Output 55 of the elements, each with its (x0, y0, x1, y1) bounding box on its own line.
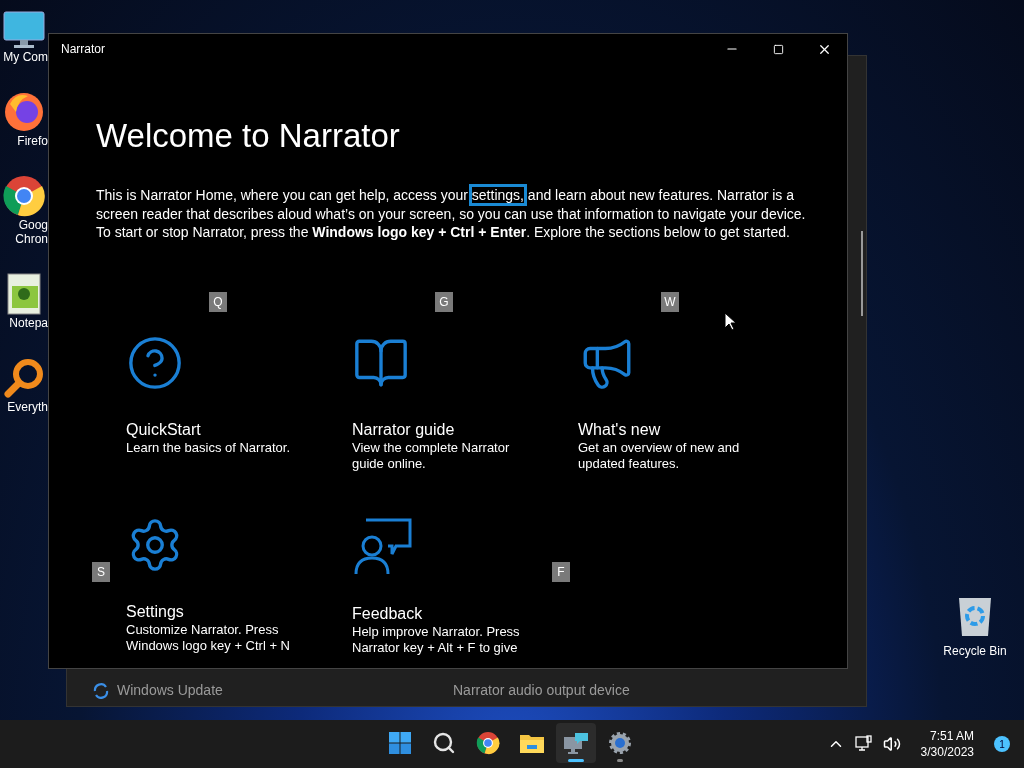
tile-title: Feedback (352, 603, 424, 624)
tile-title: Settings (126, 601, 185, 622)
desktop-icon-label[interactable]: Firefo (17, 134, 48, 148)
speaker-icon[interactable] (882, 735, 901, 753)
windows-logo-icon (388, 731, 412, 755)
chrome-icon (476, 731, 500, 755)
folder-icon (519, 732, 545, 754)
section-tile[interactable]: G Narrator guide View the complete Narrator guide online. (352, 291, 578, 472)
monitor-speech-icon (563, 731, 589, 755)
running-indicator (568, 759, 584, 762)
access-key-tip: F (552, 561, 570, 582)
monitor-icon (2, 10, 46, 50)
tile-title: QuickStart (126, 419, 202, 440)
settings-item-label[interactable]: Narrator audio output device (453, 680, 630, 701)
page-heading: Welcome to Narrator (96, 116, 401, 156)
network-icon[interactable] (854, 735, 873, 753)
notepad-icon (4, 272, 44, 316)
tile-description: View the complete Narrator guide online. (352, 439, 511, 472)
intro-paragraph: This is Narrator Home, where you can get help, access your settings, and learn about new features. Narrator is a screen reader that describes aloud what’s on your screen, so you can use that information to navigate your device. To start or stop Narrator, press the Windows logo key + Ctrl + Enter. Explore the sections below to get started. (96, 186, 806, 242)
notification-badge[interactable]: 1 (994, 736, 1010, 752)
mouse-cursor-icon (724, 312, 736, 331)
window-title: Narrator (60, 41, 105, 58)
running-indicator (617, 759, 623, 762)
chrome-icon (2, 174, 46, 218)
fox-globe-icon (2, 90, 46, 134)
section-tile[interactable]: W What's new Get an overview of new and updated features. (578, 291, 804, 472)
section-tile[interactable]: Q QuickStart Learn the basics of Narrator. (126, 291, 352, 472)
access-key-tip: G (435, 291, 453, 312)
access-key-tip: S (92, 561, 110, 582)
refresh-icon (93, 682, 109, 699)
clock-time[interactable]: 7:51 AM (929, 728, 974, 744)
desktop-icon-label[interactable]: Chron (15, 232, 48, 246)
tile-title: Narrator guide (352, 419, 456, 440)
desktop-icon-label[interactable]: Everyth (7, 400, 48, 414)
desktop-icon-label[interactable]: Goog (18, 218, 48, 232)
access-key-tip: Q (209, 291, 227, 312)
desktop-icon-label[interactable]: My Com (3, 50, 48, 64)
desktop-icon-label[interactable]: Recycle Bin (943, 642, 1007, 660)
tile-description: Customize Narrator. Press Windows logo key + Ctrl + N (126, 621, 291, 654)
settings-item-label[interactable]: Windows Update (117, 680, 223, 701)
search-icon (432, 731, 456, 755)
settings-link[interactable]: settings, (471, 187, 524, 203)
tile-description: Learn the basics of Narrator. (126, 439, 292, 456)
magnifier-icon (2, 356, 46, 400)
gear-icon (608, 731, 632, 755)
access-key-tip: W (661, 291, 679, 312)
recycle-bin-icon (957, 596, 993, 638)
tile-title: What's new (578, 419, 662, 440)
desktop-icon-label[interactable]: Notepa (9, 316, 48, 330)
maximize-icon (772, 43, 784, 55)
section-tile[interactable]: F Feedback Help improve Narrator. Press Narrator key + Alt + F to give (352, 515, 578, 656)
clock-date[interactable]: 3/30/2023 (920, 744, 974, 760)
tile-description: Get an overview of new and updated features. (578, 439, 741, 472)
taskbar-button[interactable] (556, 723, 596, 763)
tile-description: Help improve Narrator. Press Narrator key + Alt + F to give (352, 623, 521, 656)
